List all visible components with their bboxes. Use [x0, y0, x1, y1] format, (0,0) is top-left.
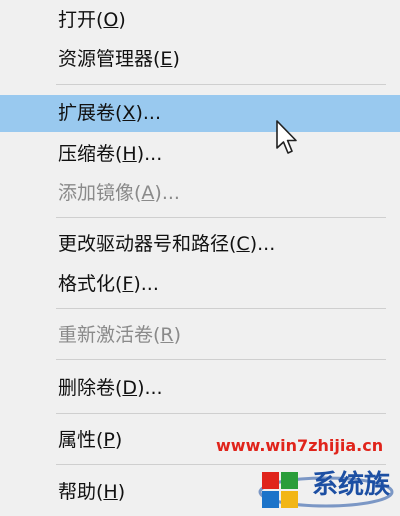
menu-item-format[interactable]: 格式化(F)... — [0, 267, 400, 301]
menu-item-add-mirror: 添加镜像(A)... — [58, 182, 180, 204]
menu-separator — [56, 217, 386, 218]
watermark: www.win7zhijia.cn 系统族 — [212, 436, 400, 516]
menu-item-shrink-volume[interactable]: 压缩卷(H)... — [0, 137, 400, 171]
watermark-url: www.win7zhijia.cn — [216, 436, 384, 455]
menu-item-delete-volume[interactable]: 删除卷(D)... — [0, 371, 400, 405]
menu-item-open[interactable]: 打开(O) — [0, 3, 400, 37]
arrow-cursor-icon — [276, 120, 297, 154]
menu-item-explorer[interactable]: 资源管理器(E) — [0, 42, 400, 76]
menu-item-extend-volume[interactable]: 扩展卷(X)... — [0, 95, 400, 132]
menu-separator — [56, 308, 386, 309]
watermark-logo-text: 系统族 — [312, 470, 391, 500]
menu-separator — [56, 413, 386, 414]
menu-item-change-drive-letter[interactable]: 更改驱动器号和路径(C)... — [0, 227, 400, 261]
menu-separator — [56, 84, 386, 85]
menu-item-reactivate-volume: 重新激活卷(R) — [58, 324, 182, 346]
menu-separator — [56, 359, 386, 360]
